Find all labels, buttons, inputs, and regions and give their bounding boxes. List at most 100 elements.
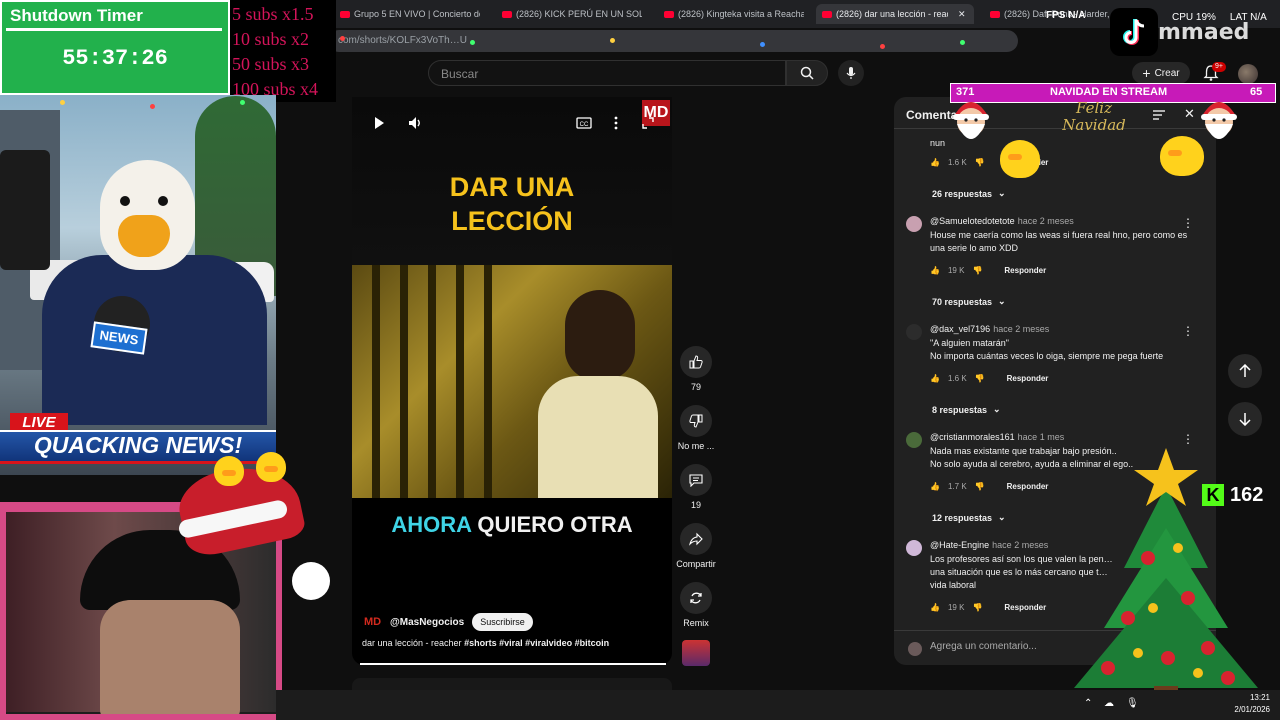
video-description[interactable]: dar una lección - reacher #shorts #viral… xyxy=(362,638,662,648)
next-short-button[interactable] xyxy=(1228,402,1262,436)
microphone-icon[interactable]: 🎙 xyxy=(1126,698,1139,709)
rubber-duck-icon xyxy=(214,456,244,486)
christmas-light xyxy=(760,42,765,47)
reply-button[interactable]: Responder xyxy=(1007,482,1049,491)
comment-author[interactable]: @Samuelotedotetote xyxy=(930,216,1015,226)
jail-bar xyxy=(428,265,436,498)
christmas-light xyxy=(960,40,965,45)
comment-avatar[interactable] xyxy=(906,324,922,340)
navidad-goal-target: 65 xyxy=(1250,86,1263,98)
play-icon xyxy=(375,117,384,129)
replies-toggle[interactable]: 8 respuestas ⌄ xyxy=(932,404,1001,415)
subscribe-button[interactable]: Suscribirse xyxy=(472,613,533,631)
christmas-light xyxy=(340,36,345,41)
like-icon[interactable]: 👍 xyxy=(930,266,940,275)
comment-time: hace 2 meses xyxy=(1017,216,1074,226)
stream-stats-cpu: CPU 19% LAT N/A xyxy=(1172,12,1267,23)
dislike-icon[interactable]: 👎 xyxy=(975,374,985,383)
christmas-light xyxy=(60,100,65,105)
svg-text:CC: CC xyxy=(580,122,589,128)
comment-avatar[interactable] xyxy=(906,540,922,556)
stream-stats: FPS N/A xyxy=(1046,10,1086,21)
camera xyxy=(0,150,50,270)
browser-tab[interactable]: Grupo 5 EN VIVO | Concierto de Año xyxy=(334,4,480,24)
comment-author[interactable]: @Hate-Engine xyxy=(930,540,989,550)
audio-thumbnail[interactable] xyxy=(682,640,710,666)
like-icon[interactable]: 👍 xyxy=(930,158,940,167)
browser-tab-active[interactable]: (2826) dar una lección - reacher✕ xyxy=(816,4,974,24)
cloud-icon[interactable]: ☁ xyxy=(1104,698,1114,709)
reply-button[interactable]: Responder xyxy=(1004,266,1046,275)
share-button[interactable]: Compartir xyxy=(676,523,716,569)
comment-time: hace 1 mes xyxy=(1017,432,1065,442)
more-options-button[interactable] xyxy=(605,112,627,134)
remix-button[interactable]: Remix xyxy=(676,582,716,628)
like-button[interactable]: 79 xyxy=(676,346,716,392)
channel-avatar[interactable]: MD xyxy=(364,613,382,631)
quacking-news-title: QUACKING NEWS! xyxy=(33,432,243,458)
video-person-shirt xyxy=(538,376,658,498)
rubber-duck-icon xyxy=(1000,140,1040,178)
chevron-up-icon[interactable]: ⌃ xyxy=(1084,698,1092,709)
comments-button[interactable]: 19 xyxy=(676,464,716,510)
shutdown-timer-value: 55:37:26 xyxy=(62,46,168,71)
youtube-icon xyxy=(340,10,350,18)
more-vertical-icon[interactable]: ⋮ xyxy=(1182,216,1194,230)
volume-button[interactable] xyxy=(405,112,427,134)
comment-actions: 👍 19 K 👎 Responder xyxy=(930,266,1047,275)
subs-multiplier: 5 subs x1.5 xyxy=(232,4,314,24)
account-avatar[interactable] xyxy=(1238,64,1258,84)
chevron-down-icon: ⌄ xyxy=(998,296,1006,306)
fullscreen-button[interactable] xyxy=(637,112,659,134)
replies-toggle[interactable]: 70 respuestas ⌄ xyxy=(932,296,1006,307)
search-input[interactable]: Buscar xyxy=(428,60,786,86)
create-button[interactable]: + Crear xyxy=(1132,62,1190,84)
add-comment-input[interactable]: Agrega un comentario... xyxy=(930,641,1037,652)
arrow-down-icon xyxy=(1239,413,1251,426)
browser-tab[interactable]: (2826) Kingteka visita a Reachas en xyxy=(658,4,804,24)
like-icon[interactable]: 👍 xyxy=(930,603,940,612)
notification-badge: 9+ xyxy=(1212,62,1226,72)
close-tab-icon[interactable]: ✕ xyxy=(958,9,966,20)
voice-search-button[interactable] xyxy=(838,60,864,86)
dislike-icon[interactable]: 👎 xyxy=(972,603,982,612)
sort-comments-button[interactable] xyxy=(1152,108,1166,126)
duck-suit xyxy=(42,255,267,425)
search-button[interactable] xyxy=(786,60,828,86)
taskbar-clock[interactable]: 13:21 2/01/2026 xyxy=(1210,692,1270,716)
channel-name[interactable]: @MasNegocios xyxy=(390,617,464,628)
next-short-preview xyxy=(352,678,672,690)
reply-button[interactable]: Responder xyxy=(1004,603,1046,612)
feliz-navidad-ornament: Feliz Navidad xyxy=(1062,99,1126,134)
youtube-icon xyxy=(822,10,832,18)
chevron-down-icon: ⌄ xyxy=(998,188,1006,198)
dislike-icon[interactable]: 👎 xyxy=(975,158,985,167)
replies-toggle[interactable]: 26 respuestas ⌄ xyxy=(932,188,1006,199)
like-icon[interactable]: 👍 xyxy=(930,374,940,383)
video-caption: AHORA QUIERO OTRA xyxy=(391,512,633,537)
comment-author[interactable]: @dax_vel7196 xyxy=(930,324,990,334)
jail-bar xyxy=(484,265,492,498)
comment-text: "A alguien matarán" No importa cuántas v… xyxy=(930,338,1164,361)
comment-avatar[interactable] xyxy=(906,216,922,232)
comment-avatar[interactable] xyxy=(906,432,922,448)
dislike-icon[interactable]: 👎 xyxy=(975,482,985,491)
captions-button[interactable]: CC xyxy=(573,112,595,134)
video-overlay-title: DAR UNA LECCIÓN xyxy=(449,172,575,236)
browser-tab[interactable]: (2826) KICK PERÚ EN UN SOLO VIDE xyxy=(496,4,642,24)
more-vertical-icon[interactable]: ⋮ xyxy=(1182,432,1194,446)
play-button[interactable] xyxy=(368,112,390,134)
dislike-icon[interactable]: 👎 xyxy=(972,266,982,275)
more-vertical-icon[interactable]: ⋮ xyxy=(1182,324,1194,338)
christmas-light xyxy=(610,38,615,43)
previous-short-button[interactable] xyxy=(1228,354,1262,388)
youtube-icon xyxy=(502,10,512,18)
dislike-button[interactable]: No me ... xyxy=(676,405,716,451)
like-icon[interactable]: 👍 xyxy=(930,482,940,491)
address-bar[interactable]: com/shorts/KOLFx3VoTh…U xyxy=(328,30,1018,52)
reply-button[interactable]: Responder xyxy=(1007,374,1049,383)
comment-author[interactable]: @cristianmorales161 xyxy=(930,432,1015,442)
video-progress-bar[interactable] xyxy=(360,663,666,665)
replies-toggle[interactable]: 12 respuestas ⌄ xyxy=(932,512,1006,523)
plus-icon: + xyxy=(1142,65,1151,81)
